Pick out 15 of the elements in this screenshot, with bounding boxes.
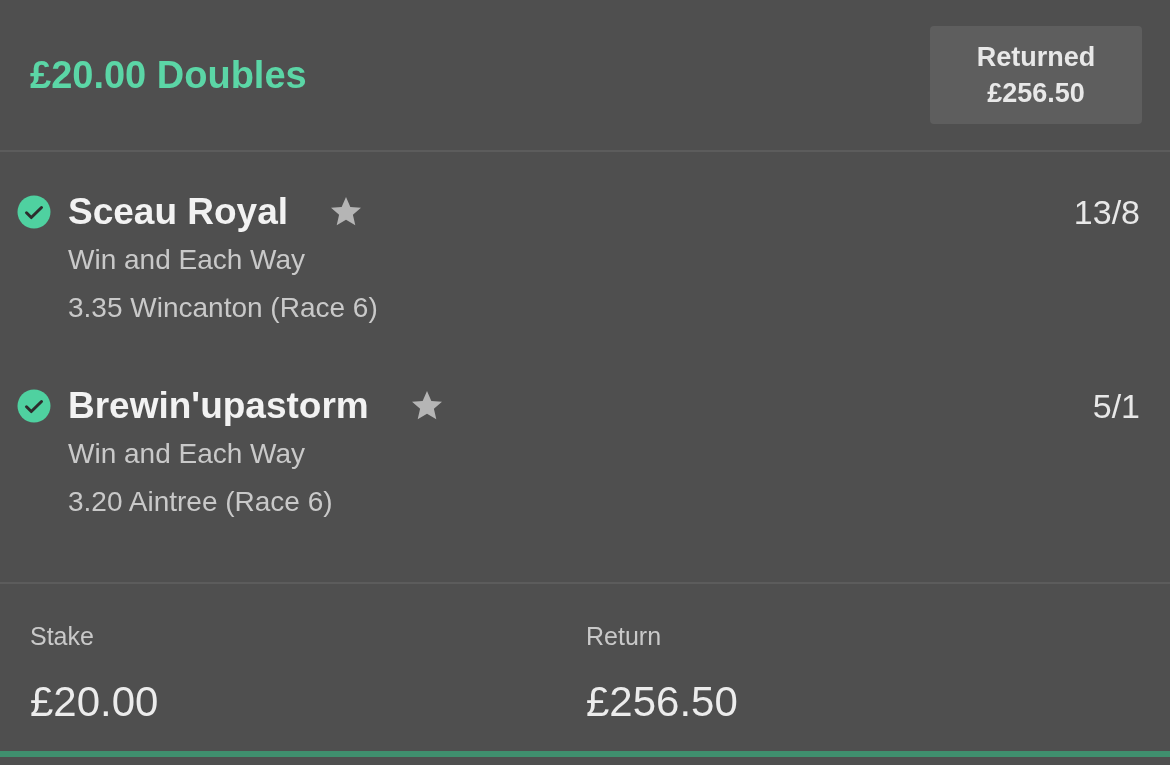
market-text: Win and Each Way [68,243,307,277]
event-text: 3.20 Aintree (Race 6) [68,485,334,519]
stake-amount: £20.00 [30,676,160,727]
market-text: Win and Each Way [68,437,307,471]
return-label: Return [586,621,663,652]
return-amount: £256.50 [586,676,738,727]
bet-title: £20.00 Doubles [30,52,307,98]
event-text: 3.35 Wincanton (Race 6) [68,291,379,325]
stake-label: Stake [30,621,95,652]
badge-label: Returned [976,41,1096,74]
odds-text: 5/1 [1092,386,1140,427]
selection-name: Sceau Royal [68,190,289,235]
selection-name: Brewin'upastorm [68,384,369,429]
badge-amount: £256.50 [987,77,1085,110]
odds-text: 13/8 [1073,192,1140,233]
